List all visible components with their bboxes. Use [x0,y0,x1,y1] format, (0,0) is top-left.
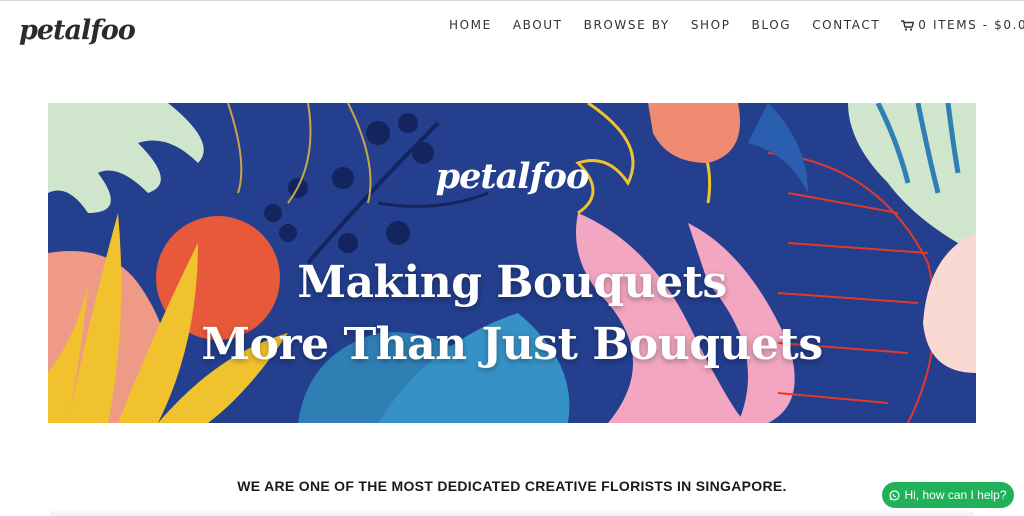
hero-title-line1: Making Bouquets [297,257,727,308]
chat-label: Hi, how can I help? [904,488,1007,502]
page: petalfoo HOME ABOUT BROWSE BY SHOP BLOG … [0,0,1024,516]
shopping-cart-icon [901,19,915,31]
hero-banner: petalfoo Making Bouquets More Than Just … [48,103,976,423]
nav-about[interactable]: ABOUT [513,18,563,32]
main-nav: HOME ABOUT BROWSE BY SHOP BLOG CONTACT 0… [449,18,1024,32]
nav-contact[interactable]: CONTACT [812,18,880,32]
site-logo[interactable]: petalfoo [19,15,136,46]
hero-title-line2: More Than Just Bouquets [201,319,823,370]
nav-home[interactable]: HOME [449,18,492,32]
nav-browse-by[interactable]: BROWSE BY [584,18,670,32]
cart-summary: 0 ITEMS - $0.00 [918,18,1024,32]
content-card-edge [50,509,974,516]
tagline: WE ARE ONE OF THE MOST DEDICATED CREATIV… [237,478,787,494]
nav-blog[interactable]: BLOG [752,18,792,32]
whatsapp-icon [889,489,901,501]
nav-cart[interactable]: 0 ITEMS - $0.00 [901,18,1024,32]
nav-shop[interactable]: SHOP [691,18,731,32]
whatsapp-chat-button[interactable]: Hi, how can I help? [882,482,1014,508]
